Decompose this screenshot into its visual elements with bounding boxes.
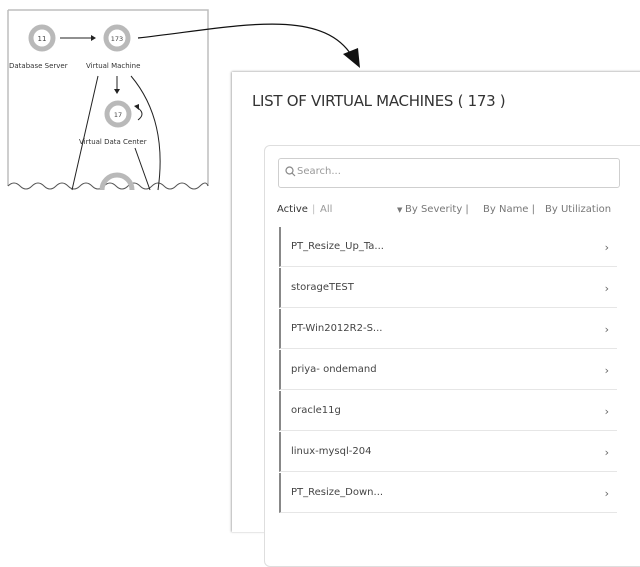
list-item-label: linux-mysql-204: [291, 446, 372, 457]
list-item[interactable]: oracle11g ›: [279, 391, 617, 431]
filter-all[interactable]: All: [320, 204, 332, 215]
search-placeholder: Search...: [297, 166, 341, 177]
node-count: 11: [38, 35, 47, 43]
list-item-label: PT-Win2012R2-S...: [291, 323, 383, 334]
filter-bar: Active | All ▼ By Severity | By Name | B…: [277, 204, 637, 220]
list-item[interactable]: linux-mysql-204 ›: [279, 432, 617, 472]
chevron-right-icon: ›: [604, 405, 609, 418]
sort-by-name[interactable]: By Name |: [483, 204, 535, 215]
search-icon: [285, 166, 296, 177]
node-count: 173: [111, 35, 123, 43]
list-item[interactable]: PT_Resize_Up_Ta... ›: [279, 227, 617, 267]
sort-caret-icon: ▼: [397, 206, 403, 214]
node-label-virtual-data-center: Virtual Data Center: [79, 138, 147, 146]
list-item-label: priya- ondemand: [291, 364, 377, 375]
list-item[interactable]: storageTEST ›: [279, 268, 617, 308]
list-item-label: PT_Resize_Down...: [291, 487, 384, 498]
chevron-right-icon: ›: [604, 282, 609, 295]
sort-by-utilization[interactable]: By Utilization: [545, 204, 611, 215]
search-input[interactable]: Search...: [278, 158, 620, 188]
list-item-label: PT_Resize_Up_Ta...: [291, 241, 384, 252]
chevron-right-icon: ›: [604, 487, 609, 500]
list-item[interactable]: PT-Win2012R2-S... ›: [279, 309, 617, 349]
chevron-right-icon: ›: [604, 323, 609, 336]
node-label-database-server: Database Server: [9, 62, 68, 70]
node-count: 17: [114, 111, 122, 119]
list-item-label: oracle11g: [291, 405, 341, 416]
vm-list: PT_Resize_Up_Ta... › storageTEST › PT-Wi…: [279, 227, 617, 514]
virtual-machine-node[interactable]: 173: [103, 24, 131, 52]
virtual-machines-panel: LIST OF VIRTUAL MACHINES ( 173 ) Search.…: [232, 72, 640, 567]
chevron-right-icon: ›: [604, 364, 609, 377]
node-label-virtual-machine: Virtual Machine: [86, 62, 141, 70]
chevron-right-icon: ›: [604, 241, 609, 254]
panel-title: LIST OF VIRTUAL MACHINES ( 173 ): [252, 92, 506, 110]
virtual-data-center-node[interactable]: 17: [104, 100, 132, 128]
sort-by-severity[interactable]: By Severity |: [405, 204, 469, 215]
filter-active[interactable]: Active: [277, 204, 308, 215]
list-item-label: storageTEST: [291, 282, 354, 293]
list-container: Search... Active | All ▼ By Severity | B…: [264, 145, 640, 567]
database-server-node[interactable]: 11: [28, 24, 56, 52]
list-item[interactable]: PT_Resize_Down... ›: [279, 473, 617, 513]
filter-separator: |: [312, 204, 316, 215]
chevron-right-icon: ›: [604, 446, 609, 459]
list-item[interactable]: priya- ondemand ›: [279, 350, 617, 390]
